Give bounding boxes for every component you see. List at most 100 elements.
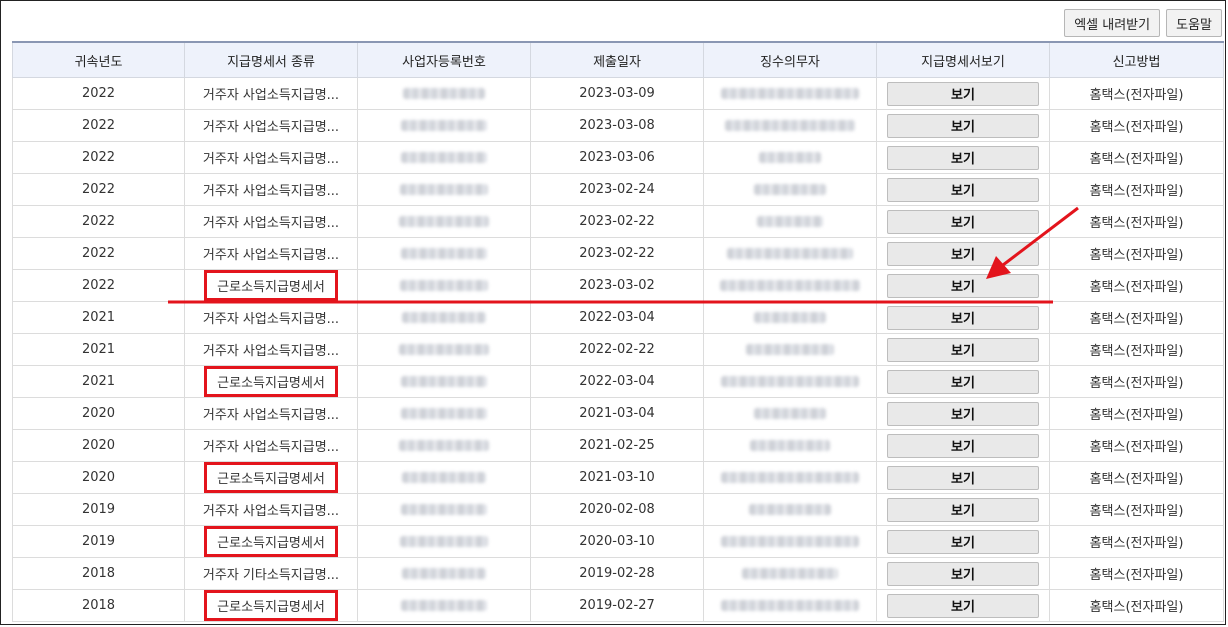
blurred-withholder xyxy=(754,312,826,323)
toolbar: 엑셀 내려받기 도움말 xyxy=(1064,9,1222,37)
table-row: 2022 거주자 사업소득지급명... 2023-03-09 보기 홈택스(전자파일) xyxy=(12,77,1224,110)
kind-label: 거주자 기타소득지급명... xyxy=(202,568,340,583)
cell-business-number xyxy=(357,173,531,206)
cell-year: 2019 xyxy=(12,493,185,526)
view-button[interactable]: 보기 xyxy=(887,369,1039,394)
cell-withholder xyxy=(703,429,877,462)
cell-submit-date: 2023-03-08 xyxy=(530,109,704,142)
cell-year: 2019 xyxy=(12,525,185,558)
cell-view: 보기 xyxy=(876,141,1050,174)
table-row: 2020 거주자 사업소득지급명... 2021-03-04 보기 홈택스(전자파일) xyxy=(12,397,1224,430)
cell-report-method: 홈택스(전자파일) xyxy=(1049,141,1224,174)
cell-view: 보기 xyxy=(876,173,1050,206)
cell-withholder xyxy=(703,333,877,366)
view-button[interactable]: 보기 xyxy=(887,145,1039,170)
kind-label: 거주자 사업소득지급명... xyxy=(202,184,340,199)
cell-business-number xyxy=(357,109,531,142)
view-button[interactable]: 보기 xyxy=(887,177,1039,202)
blurred-business-number xyxy=(399,344,489,355)
blurred-withholder xyxy=(725,120,855,131)
cell-business-number xyxy=(357,429,531,462)
view-button[interactable]: 보기 xyxy=(887,465,1039,490)
view-button[interactable]: 보기 xyxy=(887,529,1039,554)
cell-view: 보기 xyxy=(876,429,1050,462)
table-row: 2022 근로소득지급명세서 2023-03-02 보기 홈택스(전자파일) xyxy=(12,269,1224,302)
cell-report-method: 홈택스(전자파일) xyxy=(1049,589,1224,622)
view-button[interactable]: 보기 xyxy=(887,81,1039,106)
cell-report-method: 홈택스(전자파일) xyxy=(1049,205,1224,238)
view-button[interactable]: 보기 xyxy=(887,209,1039,234)
blurred-withholder xyxy=(757,216,823,227)
cell-withholder xyxy=(703,525,877,558)
payment-statement-table: 귀속년도 지급명세서 종류 사업자등록번호 제출일자 징수의무자 지급명세서보기… xyxy=(12,41,1224,622)
cell-kind: 거주자 사업소득지급명... xyxy=(184,77,358,110)
cell-business-number xyxy=(357,77,531,110)
header-submit-date: 제출일자 xyxy=(530,41,704,78)
cell-submit-date: 2021-03-10 xyxy=(530,461,704,494)
cell-submit-date: 2023-02-22 xyxy=(530,205,704,238)
cell-view: 보기 xyxy=(876,397,1050,430)
blurred-business-number xyxy=(399,216,489,227)
cell-submit-date: 2022-02-22 xyxy=(530,333,704,366)
view-button[interactable]: 보기 xyxy=(887,593,1039,618)
cell-view: 보기 xyxy=(876,333,1050,366)
view-button[interactable]: 보기 xyxy=(887,113,1039,138)
blurred-business-number xyxy=(403,88,485,99)
cell-withholder xyxy=(703,493,877,526)
blurred-business-number xyxy=(402,568,486,579)
cell-year: 2022 xyxy=(12,269,185,302)
cell-view: 보기 xyxy=(876,109,1050,142)
blurred-business-number xyxy=(401,248,487,259)
cell-view: 보기 xyxy=(876,461,1050,494)
cell-withholder xyxy=(703,205,877,238)
excel-download-button[interactable]: 엑셀 내려받기 xyxy=(1064,9,1161,37)
cell-year: 2022 xyxy=(12,173,185,206)
cell-year: 2022 xyxy=(12,109,185,142)
blurred-business-number xyxy=(400,184,488,195)
cell-submit-date: 2021-03-04 xyxy=(530,397,704,430)
view-button[interactable]: 보기 xyxy=(887,241,1039,266)
cell-report-method: 홈택스(전자파일) xyxy=(1049,557,1224,590)
blurred-business-number xyxy=(401,408,487,419)
blurred-withholder xyxy=(754,184,826,195)
cell-report-method: 홈택스(전자파일) xyxy=(1049,77,1224,110)
help-button[interactable]: 도움말 xyxy=(1166,9,1222,37)
view-button[interactable]: 보기 xyxy=(887,305,1039,330)
cell-withholder xyxy=(703,301,877,334)
table-row: 2020 거주자 사업소득지급명... 2021-02-25 보기 홈택스(전자파일) xyxy=(12,429,1224,462)
cell-report-method: 홈택스(전자파일) xyxy=(1049,429,1224,462)
view-button[interactable]: 보기 xyxy=(887,433,1039,458)
header-withholder: 징수의무자 xyxy=(703,41,877,78)
blurred-business-number xyxy=(400,280,488,291)
kind-label: 근로소득지급명세서 xyxy=(204,526,338,557)
cell-submit-date: 2022-03-04 xyxy=(530,301,704,334)
cell-submit-date: 2019-02-27 xyxy=(530,589,704,622)
blurred-withholder xyxy=(754,408,826,419)
cell-view: 보기 xyxy=(876,301,1050,334)
view-button[interactable]: 보기 xyxy=(887,337,1039,362)
cell-kind: 근로소득지급명세서 xyxy=(184,525,358,558)
table-row: 2021 거주자 사업소득지급명... 2022-03-04 보기 홈택스(전자파일) xyxy=(12,301,1224,334)
header-year: 귀속년도 xyxy=(12,41,185,78)
blurred-business-number xyxy=(402,472,486,483)
blurred-withholder xyxy=(759,152,821,163)
cell-submit-date: 2023-03-09 xyxy=(530,77,704,110)
cell-withholder xyxy=(703,109,877,142)
cell-business-number xyxy=(357,493,531,526)
cell-business-number xyxy=(357,301,531,334)
view-button[interactable]: 보기 xyxy=(887,401,1039,426)
blurred-business-number xyxy=(401,600,487,611)
view-button[interactable]: 보기 xyxy=(887,273,1039,298)
view-button[interactable]: 보기 xyxy=(887,561,1039,586)
blurred-business-number xyxy=(399,440,489,451)
blurred-business-number xyxy=(401,504,487,515)
view-button[interactable]: 보기 xyxy=(887,497,1039,522)
cell-submit-date: 2022-03-04 xyxy=(530,365,704,398)
kind-label: 거주자 사업소득지급명... xyxy=(202,88,340,103)
cell-submit-date: 2020-03-10 xyxy=(530,525,704,558)
blurred-business-number xyxy=(402,312,486,323)
cell-report-method: 홈택스(전자파일) xyxy=(1049,493,1224,526)
blurred-business-number xyxy=(401,120,487,131)
cell-withholder xyxy=(703,461,877,494)
cell-withholder xyxy=(703,589,877,622)
